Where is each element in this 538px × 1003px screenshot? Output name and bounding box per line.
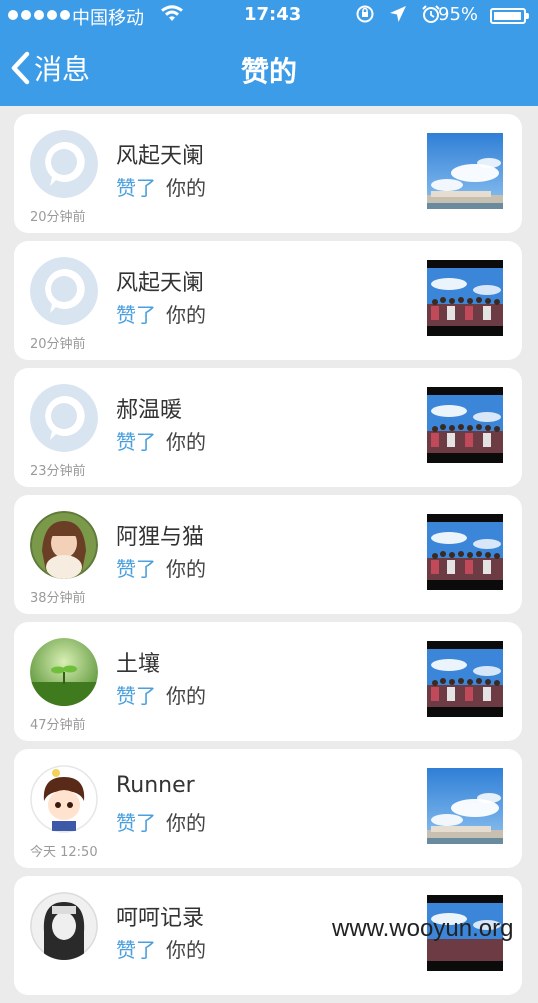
post-thumbnail[interactable] — [427, 260, 503, 336]
target-label: 你的 — [166, 938, 206, 962]
page-title: 赞的 — [240, 55, 297, 88]
timestamp: 47分钟前 — [30, 718, 86, 733]
target-label: 你的 — [166, 176, 206, 200]
post-thumbnail[interactable] — [427, 514, 503, 590]
sky-photo-image — [427, 768, 503, 844]
status-bar: 中国移动 17:43 95% — [0, 0, 538, 34]
default-avatar-icon — [30, 257, 98, 325]
girl-photo-avatar — [30, 511, 98, 579]
post-thumbnail[interactable] — [427, 768, 503, 844]
avatar[interactable] — [30, 384, 98, 452]
likes-list: 风起天阑 赞了 你的 20分钟前 风起天阑 赞了 你的 20分钟前 郝温暖 赞了… — [14, 114, 522, 1003]
user-name[interactable]: Runner — [116, 773, 195, 798]
sky-photo-image — [427, 133, 503, 209]
avatar[interactable] — [30, 257, 98, 325]
user-name[interactable]: 风起天阑 — [116, 138, 204, 170]
like-action: 赞了 你的 — [116, 680, 206, 709]
like-action: 赞了 你的 — [116, 172, 206, 201]
cartoon-boy-avatar — [30, 765, 98, 833]
target-label: 你的 — [166, 303, 206, 327]
avatar[interactable] — [30, 765, 98, 833]
bw-portrait-avatar — [30, 892, 98, 960]
post-thumbnail[interactable] — [427, 133, 503, 209]
liked-label: 赞了 — [116, 557, 156, 581]
avatar[interactable] — [30, 511, 98, 579]
group-photo-image — [427, 514, 503, 590]
location-arrow-icon — [390, 6, 406, 22]
user-name[interactable]: 阿狸与猫 — [116, 519, 204, 551]
group-photo-image — [427, 641, 503, 717]
signal-strength-icon — [8, 10, 70, 20]
liked-label: 赞了 — [116, 430, 156, 454]
default-avatar-icon — [30, 384, 98, 452]
rotation-lock-icon — [356, 5, 374, 23]
liked-label: 赞了 — [116, 811, 156, 835]
target-label: 你的 — [166, 430, 206, 454]
post-thumbnail[interactable] — [427, 641, 503, 717]
timestamp: 20分钟前 — [30, 337, 86, 352]
liked-label: 赞了 — [116, 938, 156, 962]
target-label: 你的 — [166, 811, 206, 835]
wifi-icon — [161, 5, 183, 21]
sprout-photo-avatar — [30, 638, 98, 706]
list-item[interactable]: 风起天阑 赞了 你的 20分钟前 — [14, 241, 522, 360]
list-item[interactable]: 郝温暖 赞了 你的 23分钟前 — [14, 368, 522, 487]
default-avatar-icon — [30, 130, 98, 198]
liked-label: 赞了 — [116, 684, 156, 708]
list-item[interactable]: 风起天阑 赞了 你的 20分钟前 — [14, 114, 522, 233]
timestamp: 20分钟前 — [30, 210, 86, 225]
group-photo-image — [427, 387, 503, 463]
battery-percent: 95% — [438, 4, 479, 25]
avatar[interactable] — [30, 892, 98, 960]
user-name[interactable]: 风起天阑 — [116, 265, 204, 297]
list-item[interactable]: Runner 赞了 你的 今天 12:50 — [14, 749, 522, 868]
battery-icon — [490, 8, 529, 24]
avatar[interactable] — [30, 130, 98, 198]
target-label: 你的 — [166, 557, 206, 581]
post-thumbnail[interactable] — [427, 387, 503, 463]
like-action: 赞了 你的 — [116, 299, 206, 328]
timestamp: 今天 12:50 — [30, 845, 98, 860]
like-action: 赞了 你的 — [116, 426, 206, 455]
app-header: 中国移动 17:43 95% 消息 赞的 — [0, 0, 538, 106]
avatar[interactable] — [30, 638, 98, 706]
user-name[interactable]: 郝温暖 — [116, 392, 182, 424]
list-item[interactable]: 阿狸与猫 赞了 你的 38分钟前 — [14, 495, 522, 614]
timestamp: 38分钟前 — [30, 591, 86, 606]
group-photo-image — [427, 260, 503, 336]
clock: 17:43 — [244, 4, 302, 25]
liked-label: 赞了 — [116, 303, 156, 327]
like-action: 赞了 你的 — [116, 553, 206, 582]
timestamp: 23分钟前 — [30, 464, 86, 479]
user-name[interactable]: 土壤 — [116, 646, 160, 678]
liked-label: 赞了 — [116, 176, 156, 200]
watermark: www.wooyun.org — [332, 915, 514, 942]
like-action: 赞了 你的 — [116, 807, 206, 836]
carrier-name: 中国移动 — [72, 8, 144, 29]
list-item[interactable]: 土壤 赞了 你的 47分钟前 — [14, 622, 522, 741]
user-name[interactable]: 呵呵记录 — [116, 900, 204, 932]
target-label: 你的 — [166, 684, 206, 708]
like-action: 赞了 你的 — [116, 934, 206, 963]
